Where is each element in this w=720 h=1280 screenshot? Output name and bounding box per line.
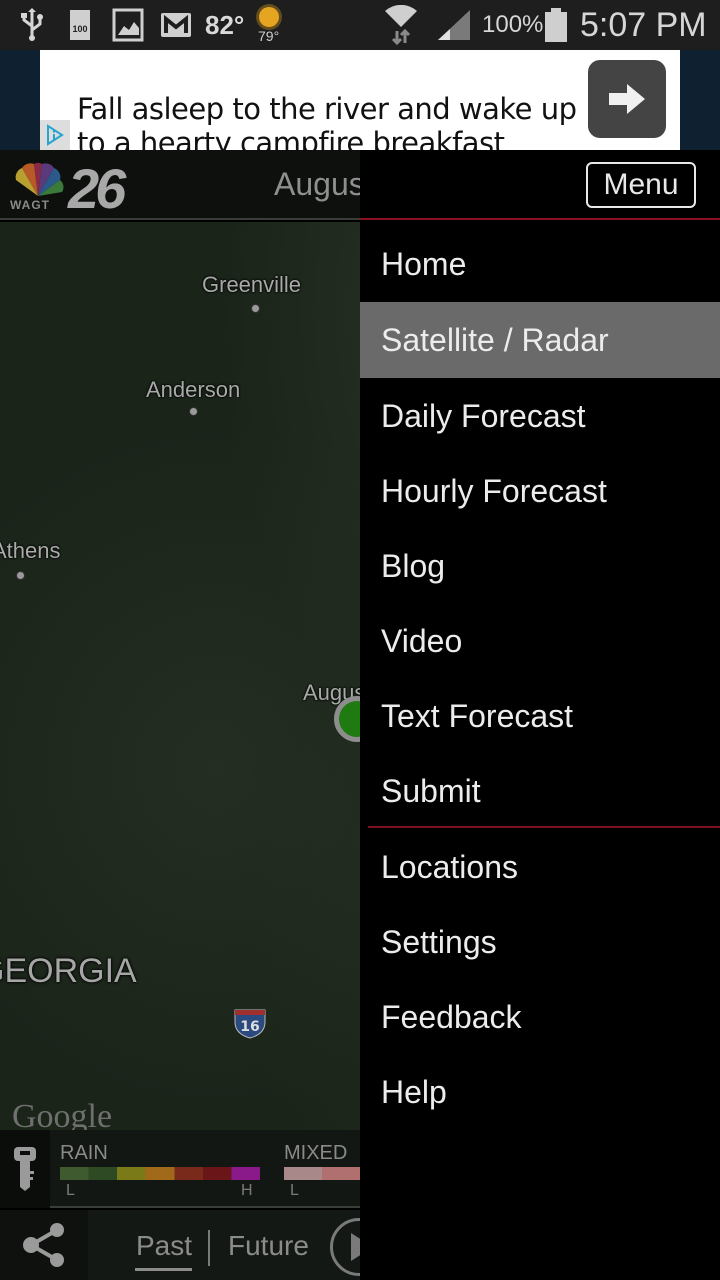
tab-divider [208,1230,210,1266]
menu-item-daily-forecast[interactable]: Daily Forecast [360,378,720,454]
usb-icon [20,0,44,50]
menu-item-settings[interactable]: Settings [360,904,720,980]
menu-divider [368,826,720,828]
ad-cta-button[interactable] [588,60,666,138]
rain-label: RAIN [60,1142,108,1164]
rain-high-label: H [241,1182,253,1199]
logo-channel: 26 [68,157,126,220]
key-icon[interactable] [0,1130,50,1208]
ad-banner[interactable]: Fall asleep to the river and wake up to … [40,50,680,150]
map-city-label: Greenville [202,272,302,297]
rain-low-label: L [66,1182,75,1199]
sun-icon [258,7,279,27]
menu-item-locations[interactable]: Locations [360,829,720,905]
map-state-label: GEORGIA [0,952,137,990]
share-button[interactable] [0,1210,88,1280]
temperature: 82° [205,9,245,40]
clock: 5:07 PM [580,5,707,44]
weather-widget: 79° [258,0,279,50]
peacock-icon [15,162,64,196]
battery-icon [545,0,567,50]
ad-text[interactable]: Fall asleep to the river and wake up to … [77,92,597,150]
menu-item-blog[interactable]: Blog [360,528,720,604]
rain-scale-bar [60,1167,260,1180]
menu-item-hourly-forecast[interactable]: Hourly Forecast [360,453,720,529]
drawer-header: Menu [360,150,720,220]
map-city-dot [251,304,260,313]
menu-item-submit[interactable]: Submit [360,753,720,829]
tab-future[interactable]: Future [228,1230,309,1262]
battery-percent: 100% [482,11,544,38]
battery-saver-icon: 100 [70,0,90,50]
share-icon [23,1223,64,1267]
map-city-dot [189,407,198,416]
menu-item-feedback[interactable]: Feedback [360,979,720,1055]
logo-call-letters: WAGT [10,198,50,212]
interstate-number: 16 [240,1019,259,1035]
arrow-right-icon [609,84,645,114]
status-bar: 100 82° 79° 100% 5:07 PM [0,0,720,50]
menu-button[interactable]: Menu [586,162,696,208]
mixed-scale-bar [284,1167,360,1180]
mixed-label: MIXED [284,1142,348,1164]
mixed-low-label: L [290,1182,299,1199]
interstate-shield-icon: 16 [233,1008,267,1040]
wifi-icon [383,0,419,50]
map-city-dot [16,571,25,580]
menu-item-home[interactable]: Home [360,226,720,302]
battery-saver-label: 100 [72,24,88,34]
ad-container: Fall asleep to the river and wake up to … [0,50,720,150]
map-city-label: Anderson [146,377,241,402]
tab-past-indicator [135,1268,192,1271]
gmail-icon [160,0,192,50]
weather-temp: 79° [258,28,280,44]
menu-item-help[interactable]: Help [360,1054,720,1130]
map-city-label: Athens [0,538,61,563]
tab-past[interactable]: Past [136,1230,192,1262]
navigation-drawer: Menu Home Satellite / Radar Daily Foreca… [360,150,720,1280]
menu-item-video[interactable]: Video [360,603,720,679]
menu-item-satellite-radar[interactable]: Satellite / Radar [360,302,720,378]
adchoices-icon[interactable] [40,120,70,150]
menu-item-text-forecast[interactable]: Text Forecast [360,678,720,754]
gallery-icon [112,0,144,50]
station-logo[interactable]: WAGT 26 [8,157,140,220]
signal-icon [436,0,472,50]
